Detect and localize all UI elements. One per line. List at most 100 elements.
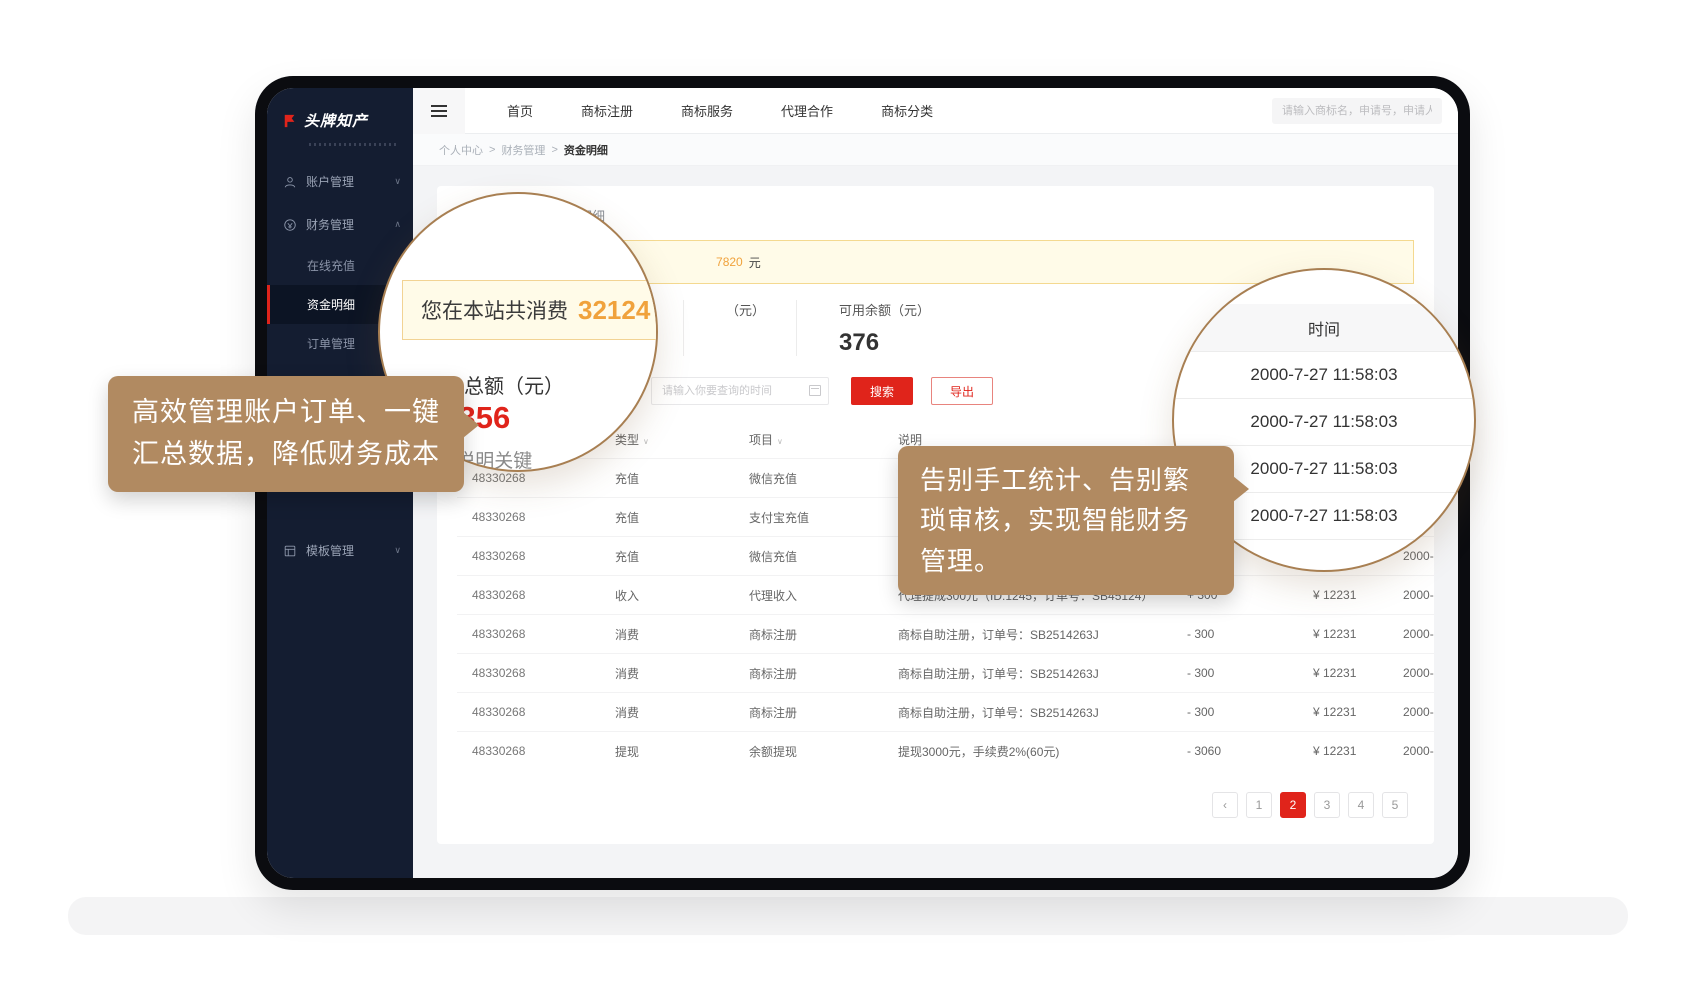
cell-order: 48330268	[457, 471, 607, 485]
cell-balance: ¥ 12231	[1273, 627, 1403, 641]
trademark-search-input[interactable]	[1272, 98, 1442, 124]
pagination-page-button[interactable]: 1	[1246, 792, 1272, 818]
lens-time-header: 时间	[1174, 304, 1474, 352]
cell-time: 2000-7-27 11:58:03	[1403, 588, 1434, 602]
pagination-prev-button[interactable]: ‹	[1212, 792, 1238, 818]
lens-time-row: 2000-7-27 11:58:03	[1174, 399, 1474, 446]
nav-item[interactable]: 代理合作	[781, 101, 833, 120]
lens-banner: 您在本站共消费 32124	[402, 280, 658, 340]
breadcrumb: 个人中心 > 财务管理 > 资金明细	[413, 134, 1458, 166]
table-row[interactable]: 48330268消费商标注册商标自助注册，订单号：SB2514263J- 300…	[457, 692, 1434, 731]
cell-balance: ¥ 12231	[1273, 666, 1403, 680]
nav-links: 首页 商标注册 商标服务 代理合作 商标分类	[507, 101, 933, 120]
cell-time: 2000-7-27 11:58:03	[1403, 705, 1434, 719]
logo: 头牌知产	[267, 88, 413, 141]
cell-type: 充值	[607, 509, 743, 526]
cell-type: 收入	[607, 587, 743, 604]
page: 头牌知产 账户管理 ∨ 财务管理 ∧ 在线充值资金	[0, 0, 1696, 1002]
cell-order: 48330268	[457, 549, 607, 563]
cell-time: 2000-7-27 11:58:03	[1403, 744, 1434, 758]
sidebar-item-label: 财务管理	[306, 216, 354, 233]
calendar-icon[interactable]	[809, 385, 821, 396]
logo-subtext	[309, 143, 397, 146]
breadcrumb-separator: >	[489, 144, 495, 156]
lens-time-row: 2000-7-27 11:58:03	[1174, 352, 1474, 399]
cell-desc: 提现3000元，手续费2%(60元)	[898, 743, 1187, 760]
cell-project: 代理收入	[743, 587, 898, 604]
cell-type: 充值	[607, 470, 743, 487]
template-icon	[283, 544, 297, 558]
cell-time: 2000-7-27 11:58:03	[1403, 627, 1434, 641]
table-row[interactable]: 48330268提现余额提现提现3000元，手续费2%(60元)- 3060¥ …	[457, 731, 1434, 770]
export-button[interactable]: 导出	[931, 377, 993, 405]
date-input[interactable]	[651, 377, 829, 405]
user-icon	[283, 175, 297, 189]
cell-project: 商标注册	[743, 704, 898, 721]
cell-order: 48330268	[457, 705, 607, 719]
callout-left: 高效管理账户订单、一键汇总数据，降低财务成本	[108, 376, 464, 492]
brand-flag-icon	[283, 114, 297, 128]
sort-caret-icon: ∨	[643, 437, 649, 446]
cell-desc: 商标自助注册，订单号：SB2514263J	[898, 704, 1187, 721]
cell-desc: 商标自助注册，订单号：SB2514263J	[898, 665, 1187, 682]
chevron-up-icon: ∧	[394, 219, 401, 230]
cell-type: 消费	[607, 665, 743, 682]
pagination-page-button[interactable]: 2	[1280, 792, 1306, 818]
breadcrumb-separator: >	[551, 144, 557, 156]
cell-type: 消费	[607, 626, 743, 643]
sidebar-item-label: 账户管理	[306, 173, 354, 190]
cell-type: 充值	[607, 548, 743, 565]
chevron-down-icon: ∨	[394, 176, 401, 187]
pagination-page-button[interactable]: 5	[1382, 792, 1408, 818]
laptop-base	[68, 897, 1628, 935]
logo-text: 头牌知产	[304, 110, 368, 131]
nav-item[interactable]: 商标服务	[681, 101, 733, 120]
pagination-page-button[interactable]: 4	[1348, 792, 1374, 818]
cell-order: 48330268	[457, 744, 607, 758]
sidebar-item-finance[interactable]: 财务管理 ∧	[267, 203, 413, 246]
chevron-down-icon: ∨	[394, 545, 401, 556]
breadcrumb-item[interactable]: 财务管理	[501, 142, 545, 158]
sort-caret-icon: ∨	[777, 437, 783, 446]
stat-expense: （元）	[710, 300, 770, 329]
cell-project: 微信充值	[743, 470, 898, 487]
cell-order: 48330268	[457, 510, 607, 524]
cell-amount: - 3060	[1187, 744, 1273, 758]
cell-amount: - 300	[1187, 705, 1273, 719]
sidebar-item-account[interactable]: 账户管理 ∨	[267, 160, 413, 203]
pagination-page-button[interactable]: 3	[1314, 792, 1340, 818]
wallet-icon	[283, 218, 297, 232]
cell-balance: ¥ 12231	[1273, 744, 1403, 758]
cell-type: 提现	[607, 743, 743, 760]
nav-item[interactable]: 商标注册	[581, 101, 633, 120]
cell-project: 支付宝充值	[743, 509, 898, 526]
cell-project: 余额提现	[743, 743, 898, 760]
cell-type: 消费	[607, 704, 743, 721]
lens-banner-amount: 32124	[578, 295, 650, 326]
divider	[796, 300, 797, 356]
nav-item[interactable]: 商标分类	[881, 101, 933, 120]
hamburger-menu-icon[interactable]	[413, 88, 465, 134]
search-button[interactable]: 搜索	[851, 377, 913, 405]
sidebar-item-template[interactable]: 模板管理 ∨	[267, 529, 413, 572]
divider	[683, 300, 684, 356]
nav-item[interactable]: 首页	[507, 101, 533, 120]
lens-banner-text: 您在本站共消费	[421, 295, 568, 325]
top-navbar: 首页 商标注册 商标服务 代理合作 商标分类	[413, 88, 1458, 134]
callout-right: 告别手工统计、告别繁琐审核，实现智能财务管理。	[898, 446, 1234, 595]
cell-order: 48330268	[457, 666, 607, 680]
table-row[interactable]: 48330268消费商标注册商标自助注册，订单号：SB2514263J- 300…	[457, 653, 1434, 692]
breadcrumb-item[interactable]: 个人中心	[439, 142, 483, 158]
col-header-project[interactable]: 项目∨	[743, 431, 898, 448]
cell-project: 微信充值	[743, 548, 898, 565]
stat-label: （元）	[726, 300, 770, 319]
stat-balance: 可用余额（元） 376	[823, 300, 930, 357]
table-row[interactable]: 48330268消费商标注册商标自助注册，订单号：SB2514263J- 300…	[457, 614, 1434, 653]
col-header-desc: 说明	[898, 431, 1187, 448]
cell-desc: 商标自助注册，订单号：SB2514263J	[898, 626, 1187, 643]
cell-balance: ¥ 12231	[1273, 705, 1403, 719]
cell-project: 商标注册	[743, 665, 898, 682]
cell-amount: - 300	[1187, 627, 1273, 641]
col-header-type[interactable]: 类型∨	[607, 431, 743, 448]
cell-amount: - 300	[1187, 666, 1273, 680]
